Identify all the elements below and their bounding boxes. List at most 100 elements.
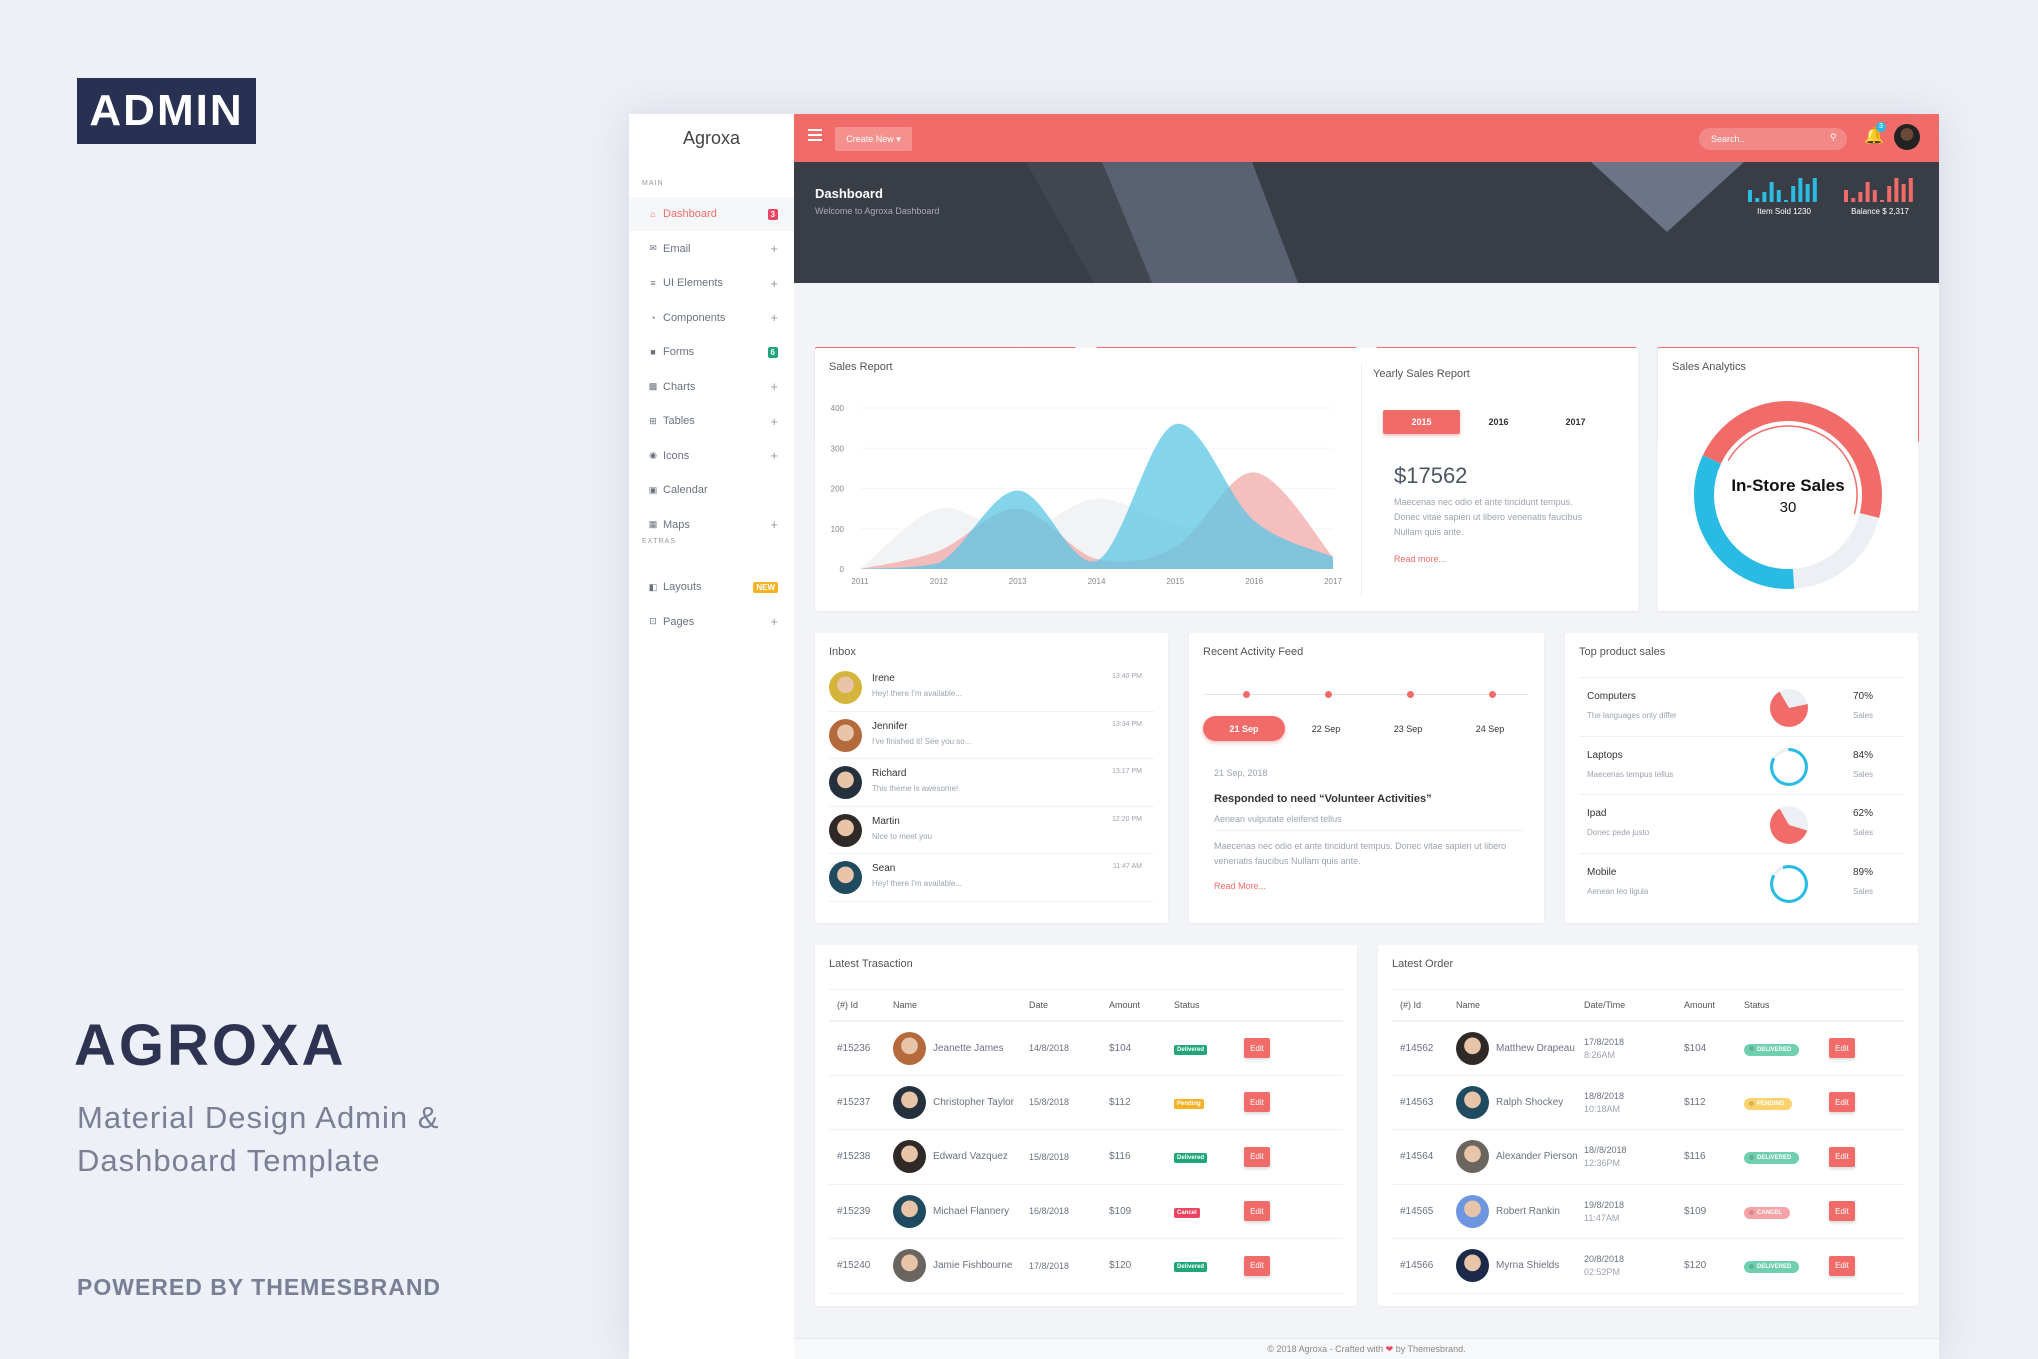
edit-button[interactable]: Edit — [1244, 1092, 1270, 1113]
chart-icon: ▩ — [648, 381, 658, 391]
product-percent: 62% — [1853, 808, 1874, 819]
activity-text: Maecenas nec odio et ante tincidunt temp… — [1214, 841, 1507, 866]
edit-button[interactable]: Edit — [1244, 1201, 1270, 1222]
layout-icon: ◧ — [648, 581, 658, 592]
yearly-text: Maecenas nec odio et ante tincidunt temp… — [1394, 497, 1583, 537]
inbox-item[interactable]: Sean Hey! there I'm available... 11:47 A… — [829, 854, 1154, 902]
expand-icon[interactable]: + — [770, 310, 778, 325]
sidebar-item-components[interactable]: ◔ Components + — [629, 301, 794, 335]
edit-button[interactable]: Edit — [1829, 1038, 1855, 1058]
sidebar-item-layouts[interactable]: ◧ Layouts NEW — [629, 570, 794, 604]
avatar — [893, 1085, 926, 1119]
inbox-item[interactable]: Jennifer I've finished it! See you so...… — [829, 712, 1154, 759]
y-tick-label: 100 — [831, 525, 845, 534]
tab-2017[interactable]: 2017 — [1537, 410, 1614, 434]
expand-icon[interactable]: + — [770, 276, 778, 291]
sidebar-item-forms[interactable]: ■ Forms 6 — [629, 335, 794, 369]
table-row: #14562 Matthew Drapeau 17/8/2018 8:26AM $… — [1392, 1020, 1904, 1076]
timeline-dot — [1243, 691, 1250, 698]
avatar — [893, 1194, 926, 1228]
product-item[interactable]: Mobile Aenean leo ligula 89% Sales — [1579, 852, 1904, 912]
sidebar-item-label: Charts — [663, 380, 696, 393]
search-input[interactable] — [1699, 128, 1847, 150]
column-header — [1244, 989, 1343, 1022]
sidebar-item-ui-elements[interactable]: ≡ UI Elements + — [629, 266, 794, 300]
page-subtitle: Welcome to Agroxa Dashboard — [815, 206, 940, 216]
sidebar-item-maps[interactable]: ▦ Maps + — [629, 508, 794, 542]
row-id: #15238 — [829, 1129, 893, 1185]
sparkline-bar — [1769, 182, 1774, 202]
sidebar-item-pages[interactable]: ⊡ Pages + — [629, 605, 794, 639]
product-percent: 70% — [1853, 691, 1874, 702]
edit-button[interactable]: Edit — [1244, 1038, 1270, 1058]
read-more-link[interactable]: Read more... — [1394, 554, 1446, 564]
status-badge: Pending — [1174, 1098, 1204, 1109]
order-time: 8:26AM — [1584, 1049, 1616, 1060]
inbox-item[interactable]: Irene Hey! there I'm available... 13:40 … — [829, 664, 1154, 712]
product-item[interactable]: Computers The languages only differ 70% … — [1579, 677, 1904, 736]
table-row: #15239 Michael Flannery 16/8/2018 $109 C… — [829, 1184, 1343, 1239]
inbox-item[interactable]: Martin Nice to meet you 12:20 PM — [829, 807, 1154, 854]
expand-icon[interactable]: + — [770, 241, 778, 256]
top-products-card: Top product sales Computers The language… — [1565, 633, 1918, 923]
transaction-date: 16/8/2018 — [1029, 1206, 1070, 1217]
edit-button[interactable]: Edit — [1829, 1255, 1855, 1276]
search-icon[interactable]: ⚲ — [1830, 132, 1837, 143]
clipboard-icon: ■ — [650, 347, 656, 357]
activity-read-more[interactable]: Read More... — [1214, 881, 1266, 891]
message-preview: I've finished it! See you so... — [872, 736, 972, 746]
expand-icon[interactable]: + — [770, 517, 778, 532]
product-item[interactable]: Laptops Maecenas tempus tellus 84% Sales — [1579, 735, 1904, 795]
timeline-date-2[interactable]: 23 Sep — [1367, 716, 1449, 741]
timeline-date-1[interactable]: 22 Sep — [1285, 716, 1367, 741]
expand-icon[interactable]: + — [770, 414, 778, 429]
expand-icon[interactable]: + — [770, 448, 778, 463]
table-row: #14566 Myrna Shields 20/8/2018 02:52PM $1… — [1392, 1238, 1904, 1294]
sidebar-item-dashboard[interactable]: ⌂ Dashboard 3 — [629, 197, 794, 231]
sidebar-item-charts[interactable]: ▩ Charts + — [629, 370, 794, 404]
y-tick-label: 400 — [831, 404, 845, 413]
sidebar-item-tables[interactable]: ⊞ Tables + — [629, 404, 794, 438]
customer-name: Jeanette James — [933, 1042, 1004, 1054]
tab-2016[interactable]: 2016 — [1460, 410, 1537, 434]
divider — [1361, 362, 1362, 597]
column-header — [1829, 989, 1904, 1022]
order-date: 19/8/2018 — [1584, 1199, 1625, 1210]
menu-title-extras: EXTRAS — [642, 538, 677, 545]
transactions-card: Latest Trasaction (#) Id Name Date Amount St… — [815, 945, 1357, 1306]
edit-button[interactable]: Edit — [1829, 1092, 1855, 1113]
sidebar-item-icons[interactable]: ◉ Icons + — [629, 439, 794, 473]
edit-button[interactable]: Edit — [1829, 1146, 1855, 1167]
edit-button[interactable]: Edit — [1829, 1201, 1855, 1222]
timeline-date-0[interactable]: 21 Sep — [1203, 716, 1285, 741]
create-new-button[interactable]: Create New ▾ — [835, 127, 912, 151]
user-avatar[interactable] — [1894, 124, 1920, 150]
menu-toggle-icon[interactable] — [808, 129, 822, 141]
edit-button[interactable]: Edit — [1244, 1255, 1270, 1276]
logo[interactable]: Agroxa — [629, 128, 794, 149]
sparkline-bar — [1776, 190, 1781, 202]
sidebar-item-label: Icons — [663, 449, 690, 462]
customer-name: Alexander Pierson — [1496, 1151, 1578, 1163]
sidebar-item-email[interactable]: ✉ Email + — [629, 232, 794, 266]
column-header: (#) Id — [1392, 989, 1456, 1022]
product-item[interactable]: Ipad Donec pede justo 62% Sales — [1579, 794, 1904, 853]
admin-badge: ADMIN — [77, 78, 256, 144]
powered-by: POWERED BY THEMESBRAND — [77, 1274, 442, 1300]
footer: © 2018 Agroxa - Crafted with ❤ by Themes… — [794, 1338, 1939, 1359]
edit-button[interactable]: Edit — [1244, 1146, 1270, 1167]
footer-credit[interactable]: by Themesbrand. — [1396, 1344, 1466, 1354]
table-icon: ⊞ — [649, 415, 657, 426]
tab-2015[interactable]: 2015 — [1383, 410, 1460, 434]
donut-segment — [1792, 512, 1880, 589]
x-tick-label: 2016 — [1245, 577, 1263, 586]
sidebar-item-calendar[interactable]: ▣ Calendar — [629, 473, 794, 507]
expand-icon[interactable]: + — [770, 614, 778, 629]
row-id: #14562 — [1392, 1020, 1456, 1076]
product-ring-chart — [1770, 747, 1808, 786]
menu-badge: 3 — [767, 208, 778, 220]
timeline-date-3[interactable]: 24 Sep — [1449, 716, 1531, 741]
expand-icon[interactable]: + — [770, 379, 778, 394]
status-badge: Cancel — [1174, 1207, 1200, 1218]
inbox-item[interactable]: Richard This theme is awesome! 13:17 PM — [829, 759, 1154, 807]
